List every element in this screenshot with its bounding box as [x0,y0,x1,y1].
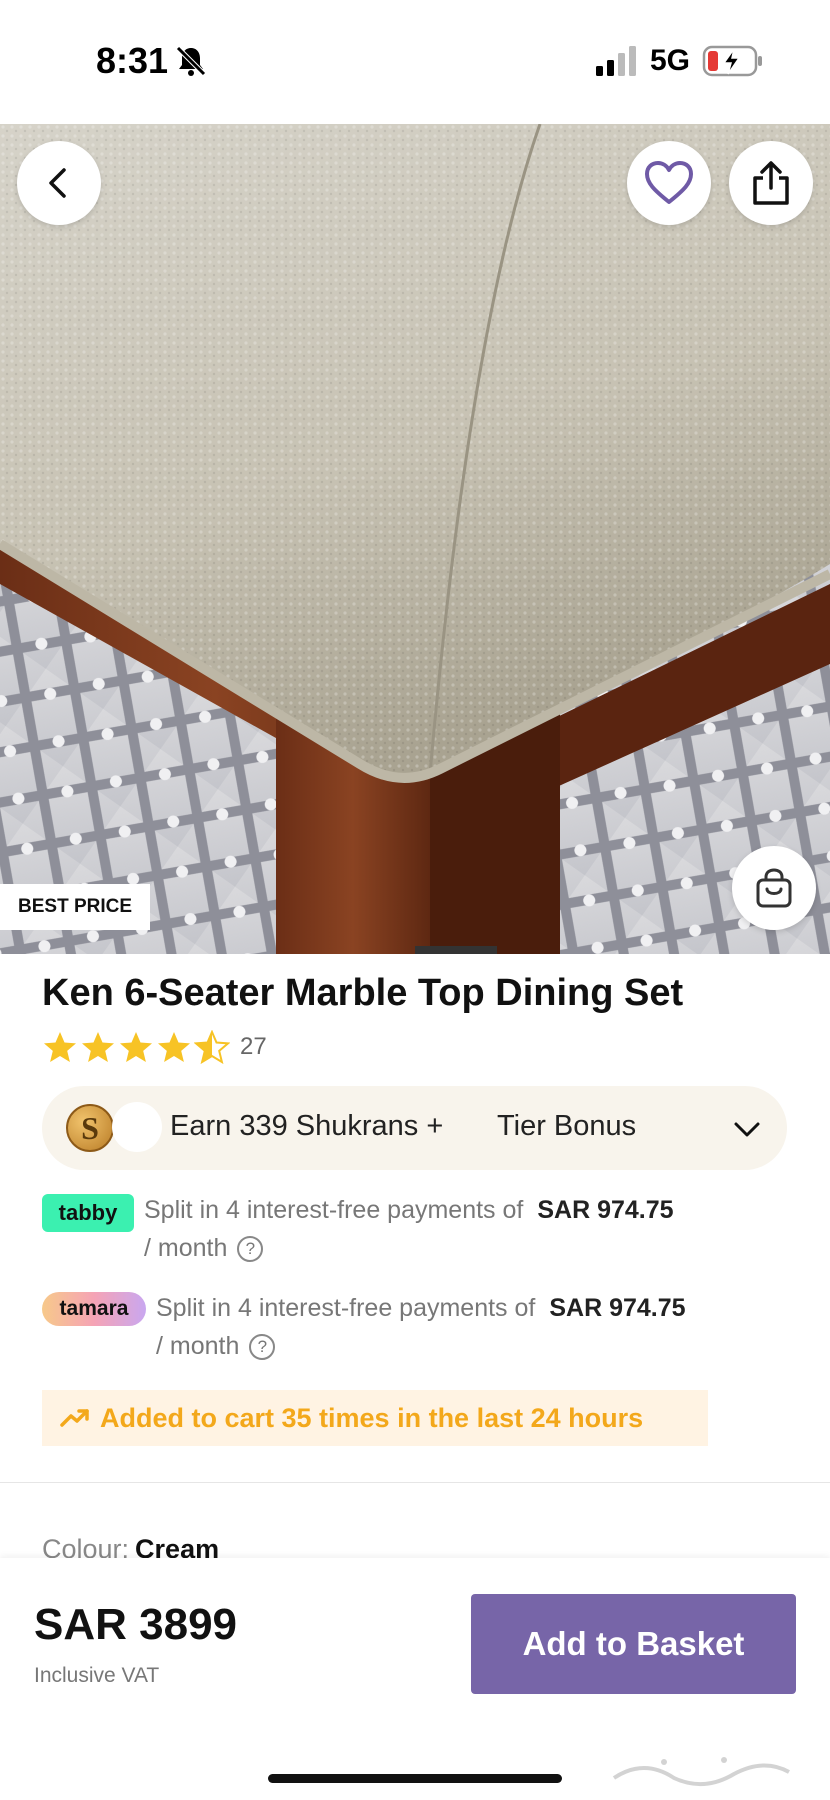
star-full-icon [44,1032,76,1062]
network-type: 5G [650,44,691,77]
chevron-down-icon[interactable] [732,1114,762,1144]
tabby-per-month: / month [144,1234,228,1262]
star-full-icon [82,1032,114,1062]
product-price: SAR 3899 [34,1600,238,1649]
tabby-help-icon[interactable]: ? [237,1235,264,1262]
share-icon [753,161,789,205]
star-full-icon [158,1032,190,1062]
wishlist-button[interactable] [627,141,711,225]
tamara-amount: SAR 974.75 [549,1294,686,1322]
tamara-period: / month ? [156,1332,276,1361]
cart-popularity-alert: Added to cart 35 times in the last 24 ho… [42,1390,708,1446]
tabby-split-text: Split in 4 interest-free payments of [144,1196,524,1224]
tamara-help-icon[interactable]: ? [249,1333,276,1360]
tamara-split-text: Split in 4 interest-free payments of [156,1294,536,1322]
add-to-basket-button[interactable]: Add to Basket [471,1594,796,1694]
tamara-logo: tamara [42,1292,146,1326]
product-rating[interactable]: 27 [42,1030,267,1064]
watermark-logo [612,1757,790,1787]
product-title: Ken 6-Seater Marble Top Dining Set [42,972,684,1014]
tier-coin-icon [112,1102,162,1152]
cart-icon [756,868,792,908]
share-button[interactable] [729,141,813,225]
bell-slash-icon [176,46,206,76]
best-price-badge: BEST PRICE [0,884,151,930]
section-divider [0,1482,830,1483]
product-photo [0,124,830,954]
star-full-icon [120,1032,152,1062]
tabby-installment-text: Split in 4 interest-free payments of SAR … [144,1196,674,1225]
tamara-per-month: / month [156,1332,240,1360]
shukran-earn-text: Earn 339 Shukrans + [170,1110,444,1142]
tabby-period: / month ? [144,1234,264,1263]
tier-bonus-text: Tier Bonus [497,1110,637,1142]
cart-alert-text: Added to cart 35 times in the last 24 ho… [100,1402,644,1433]
rating-stars [42,1030,232,1064]
status-time: 8:31 [96,40,169,81]
tabby-amount: SAR 974.75 [537,1196,674,1224]
shukran-coin-icon: S [66,1104,114,1152]
gallery-pager-indicator [415,946,497,954]
battery-charging-icon [702,45,762,77]
home-indicator [268,1774,562,1783]
vat-note: Inclusive VAT [34,1664,160,1687]
heart-icon [645,161,693,204]
back-icon [49,168,66,198]
shukran-rewards-banner[interactable]: S Earn 339 Shukrans + Tier Bonus [42,1086,787,1170]
product-image-gallery[interactable]: BEST PRICE [0,124,830,954]
back-button[interactable] [17,141,101,225]
review-count: 27 [240,1033,267,1060]
status-bar: 8:31 5G [0,0,830,124]
tabby-logo: tabby [42,1194,134,1232]
trending-up-icon [60,1409,89,1427]
signal-icon [596,46,636,76]
bottom-purchase-bar: SAR 3899 Inclusive VAT Add to Basket [0,1558,830,1800]
star-half-icon [194,1030,230,1064]
add-to-cart-quick-button[interactable] [732,846,816,930]
tamara-installment-text: Split in 4 interest-free payments of SAR … [156,1294,686,1323]
